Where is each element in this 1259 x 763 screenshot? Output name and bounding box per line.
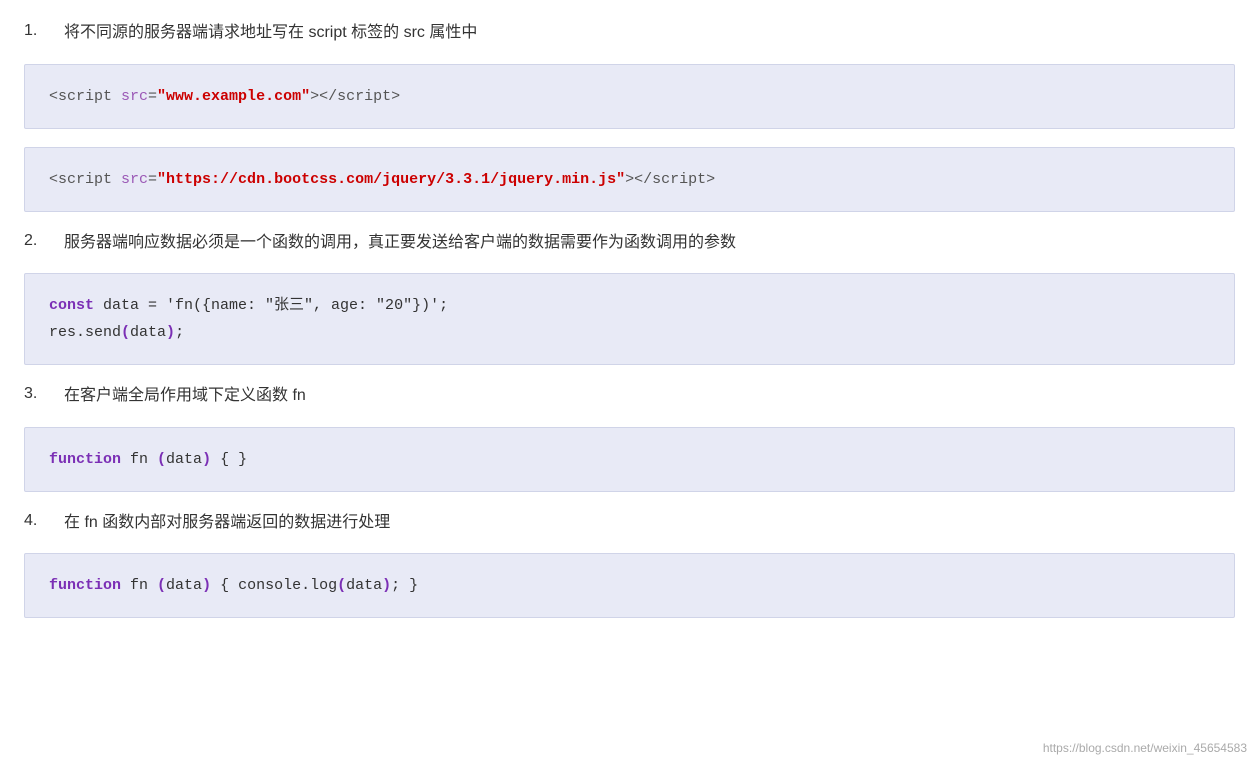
code-semi3: ; } bbox=[391, 577, 418, 594]
code-paren3: ( bbox=[157, 451, 166, 468]
code-body2: { console.log bbox=[211, 577, 337, 594]
watermark: https://blog.csdn.net/weixin_45654583 bbox=[1043, 741, 1247, 755]
code-fn2: fn bbox=[121, 577, 157, 594]
attr-src: src bbox=[121, 88, 148, 105]
code-paren8: ) bbox=[382, 577, 391, 594]
step-number-1: 1. bbox=[24, 20, 64, 40]
code-body1: { } bbox=[211, 451, 247, 468]
step-text-1: 将不同源的服务器端请求地址写在 script 标签的 src 属性中 bbox=[64, 20, 477, 46]
code-paren6: ) bbox=[202, 577, 211, 594]
attr-value2: "https://cdn.bootcss.com/jquery/3.3.1/jq… bbox=[157, 171, 625, 188]
code-param3: data bbox=[346, 577, 382, 594]
code-line-fn2: function fn (data) { console.log(data); … bbox=[49, 572, 1210, 599]
tag-close: ></script> bbox=[310, 88, 400, 105]
code-line: <script src="https://cdn.bootcss.com/jqu… bbox=[49, 166, 1210, 193]
code-param2: data bbox=[166, 577, 202, 594]
code-block-4: function fn (data) { } bbox=[24, 427, 1235, 492]
code-block-5: function fn (data) { console.log(data); … bbox=[24, 553, 1235, 618]
step-text-4: 在 fn 函数内部对服务器端返回的数据进行处理 bbox=[64, 510, 390, 536]
kw-function1: function bbox=[49, 451, 121, 468]
step-3: 3. 在客户端全局作用域下定义函数 fn bbox=[24, 383, 1235, 409]
code-line: <script src="www.example.com"></script> bbox=[49, 83, 1210, 110]
step-number-2: 2. bbox=[24, 230, 64, 250]
list-item-4: 4. 在 fn 函数内部对服务器端返回的数据进行处理 bbox=[24, 510, 1235, 536]
list-item-2: 2. 服务器端响应数据必须是一个函数的调用，真正要发送给客户端的数据需要作为函数… bbox=[24, 230, 1235, 256]
code-paren5: ( bbox=[157, 577, 166, 594]
tag-close2: ></script> bbox=[625, 171, 715, 188]
code-line-res: res.send(data); bbox=[49, 319, 1210, 346]
code-block-3: const data = 'fn({name: "张三", age: "20"}… bbox=[24, 273, 1235, 365]
tag-open2: <script bbox=[49, 171, 121, 188]
step-text-3: 在客户端全局作用域下定义函数 fn bbox=[64, 383, 306, 409]
code-plain1: data = bbox=[94, 297, 166, 314]
code-res: res.send bbox=[49, 324, 121, 341]
code-block-1: <script src="www.example.com"></script> bbox=[24, 64, 1235, 129]
step-2: 2. 服务器端响应数据必须是一个函数的调用，真正要发送给客户端的数据需要作为函数… bbox=[24, 230, 1235, 256]
code-line-fn1: function fn (data) { } bbox=[49, 446, 1210, 473]
attr-src2: src bbox=[121, 171, 148, 188]
step-number-4: 4. bbox=[24, 510, 64, 530]
code-block-2: <script src="https://cdn.bootcss.com/jqu… bbox=[24, 147, 1235, 212]
code-string1: 'fn({name: "张三", age: "20"})' bbox=[166, 297, 439, 314]
list-item-3: 3. 在客户端全局作用域下定义函数 fn bbox=[24, 383, 1235, 409]
code-semi2: ; bbox=[175, 324, 184, 341]
code-semi1: ; bbox=[439, 297, 448, 314]
kw-const: const bbox=[49, 297, 94, 314]
step-1: 1. 将不同源的服务器端请求地址写在 script 标签的 src 属性中 bbox=[24, 20, 1235, 46]
tag-eq: = bbox=[148, 88, 157, 105]
kw-function2: function bbox=[49, 577, 121, 594]
step-text-2: 服务器端响应数据必须是一个函数的调用，真正要发送给客户端的数据需要作为函数调用的… bbox=[64, 230, 736, 256]
code-paren1: ( bbox=[121, 324, 130, 341]
code-fn1: fn bbox=[121, 451, 157, 468]
attr-value: "www.example.com" bbox=[157, 88, 310, 105]
code-paren2: ) bbox=[166, 324, 175, 341]
list-item-1: 1. 将不同源的服务器端请求地址写在 script 标签的 src 属性中 bbox=[24, 20, 1235, 46]
tag-eq2: = bbox=[148, 171, 157, 188]
code-line-const: const data = 'fn({name: "张三", age: "20"}… bbox=[49, 292, 1210, 319]
step-4: 4. 在 fn 函数内部对服务器端返回的数据进行处理 bbox=[24, 510, 1235, 536]
code-param1: data bbox=[166, 451, 202, 468]
code-paren7: ( bbox=[337, 577, 346, 594]
tag-open: <script bbox=[49, 88, 121, 105]
code-paren4: ) bbox=[202, 451, 211, 468]
code-data1: data bbox=[130, 324, 166, 341]
step-number-3: 3. bbox=[24, 383, 64, 403]
